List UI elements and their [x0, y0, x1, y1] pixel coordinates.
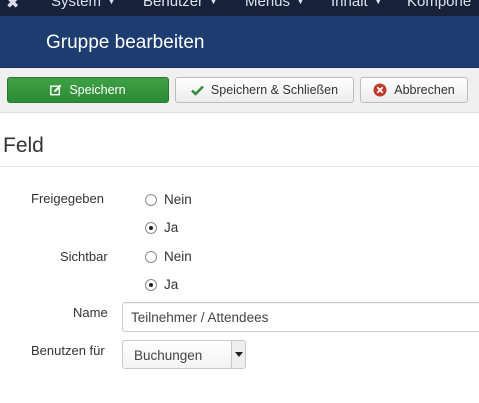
joomla-logo-icon[interactable]: ✖: [6, 0, 19, 13]
caret-down-icon: ▼: [107, 0, 116, 6]
menu-components[interactable]: Kompone: [407, 0, 471, 10]
top-menu-bar: ✖ System ▼ Benutzer ▼ Menüs ▼ Inhalt ▼ Kompo…: [0, 0, 479, 16]
toolbar: Speichern Speichern & Schließen Abbreche…: [0, 68, 479, 113]
cancel-button[interactable]: Abbrechen: [360, 77, 468, 103]
visible-option-yes[interactable]: Ja: [145, 277, 178, 292]
page-header: Gruppe bearbeiten: [0, 16, 479, 68]
published-label: Freigegeben: [31, 191, 104, 206]
radio-checked-icon[interactable]: [145, 221, 157, 234]
menu-system[interactable]: System ▼: [51, 0, 116, 10]
menu-content[interactable]: Inhalt ▼: [331, 0, 383, 10]
page-title: Gruppe bearbeiten: [46, 32, 205, 53]
published-option-yes-label: Ja: [164, 220, 179, 235]
cancel-button-label: Abbrechen: [394, 83, 455, 97]
visible-option-no[interactable]: Nein: [145, 249, 192, 264]
checkmark-icon: [191, 85, 204, 96]
menu-components-label: Kompone: [407, 0, 472, 10]
save-close-button-label: Speichern & Schließen: [210, 83, 339, 97]
name-label: Name: [73, 305, 108, 320]
menu-users[interactable]: Benutzer ▼: [143, 0, 218, 10]
menu-menus-label: Menüs: [245, 0, 291, 10]
dropdown-arrow-icon[interactable]: [231, 341, 245, 368]
save-button-label: Speichern: [69, 83, 126, 97]
cancel-circle-icon: [373, 83, 387, 97]
caret-down-icon: ▼: [209, 0, 218, 6]
caret-down-icon: ▼: [296, 0, 305, 6]
visible-label: Sichtbar: [60, 249, 108, 264]
radio-unchecked-icon[interactable]: [145, 193, 157, 206]
edit-icon: [50, 84, 62, 96]
published-option-no[interactable]: Nein: [145, 192, 192, 207]
visible-option-yes-label: Ja: [164, 277, 179, 292]
radio-checked-icon[interactable]: [145, 278, 157, 291]
save-close-button[interactable]: Speichern & Schließen: [175, 77, 354, 103]
visible-option-no-label: Nein: [164, 249, 192, 264]
radio-unchecked-icon[interactable]: [145, 250, 157, 263]
save-button[interactable]: Speichern: [7, 77, 169, 103]
section-title: Feld: [3, 134, 44, 157]
name-input[interactable]: [122, 302, 479, 332]
menu-menus[interactable]: Menüs ▼: [245, 0, 305, 10]
section-divider: [0, 166, 479, 167]
use-for-label: Benutzen für: [31, 343, 105, 358]
menu-system-label: System: [51, 0, 102, 10]
published-option-no-label: Nein: [164, 192, 192, 207]
caret-down-icon: ▼: [373, 0, 383, 6]
menu-content-label: Inhalt: [331, 0, 368, 10]
menu-users-label: Benutzer: [143, 0, 204, 10]
published-option-yes[interactable]: Ja: [145, 220, 178, 235]
use-for-select[interactable]: Buchungen: [122, 340, 246, 369]
use-for-selected-value: Buchungen: [134, 348, 203, 363]
